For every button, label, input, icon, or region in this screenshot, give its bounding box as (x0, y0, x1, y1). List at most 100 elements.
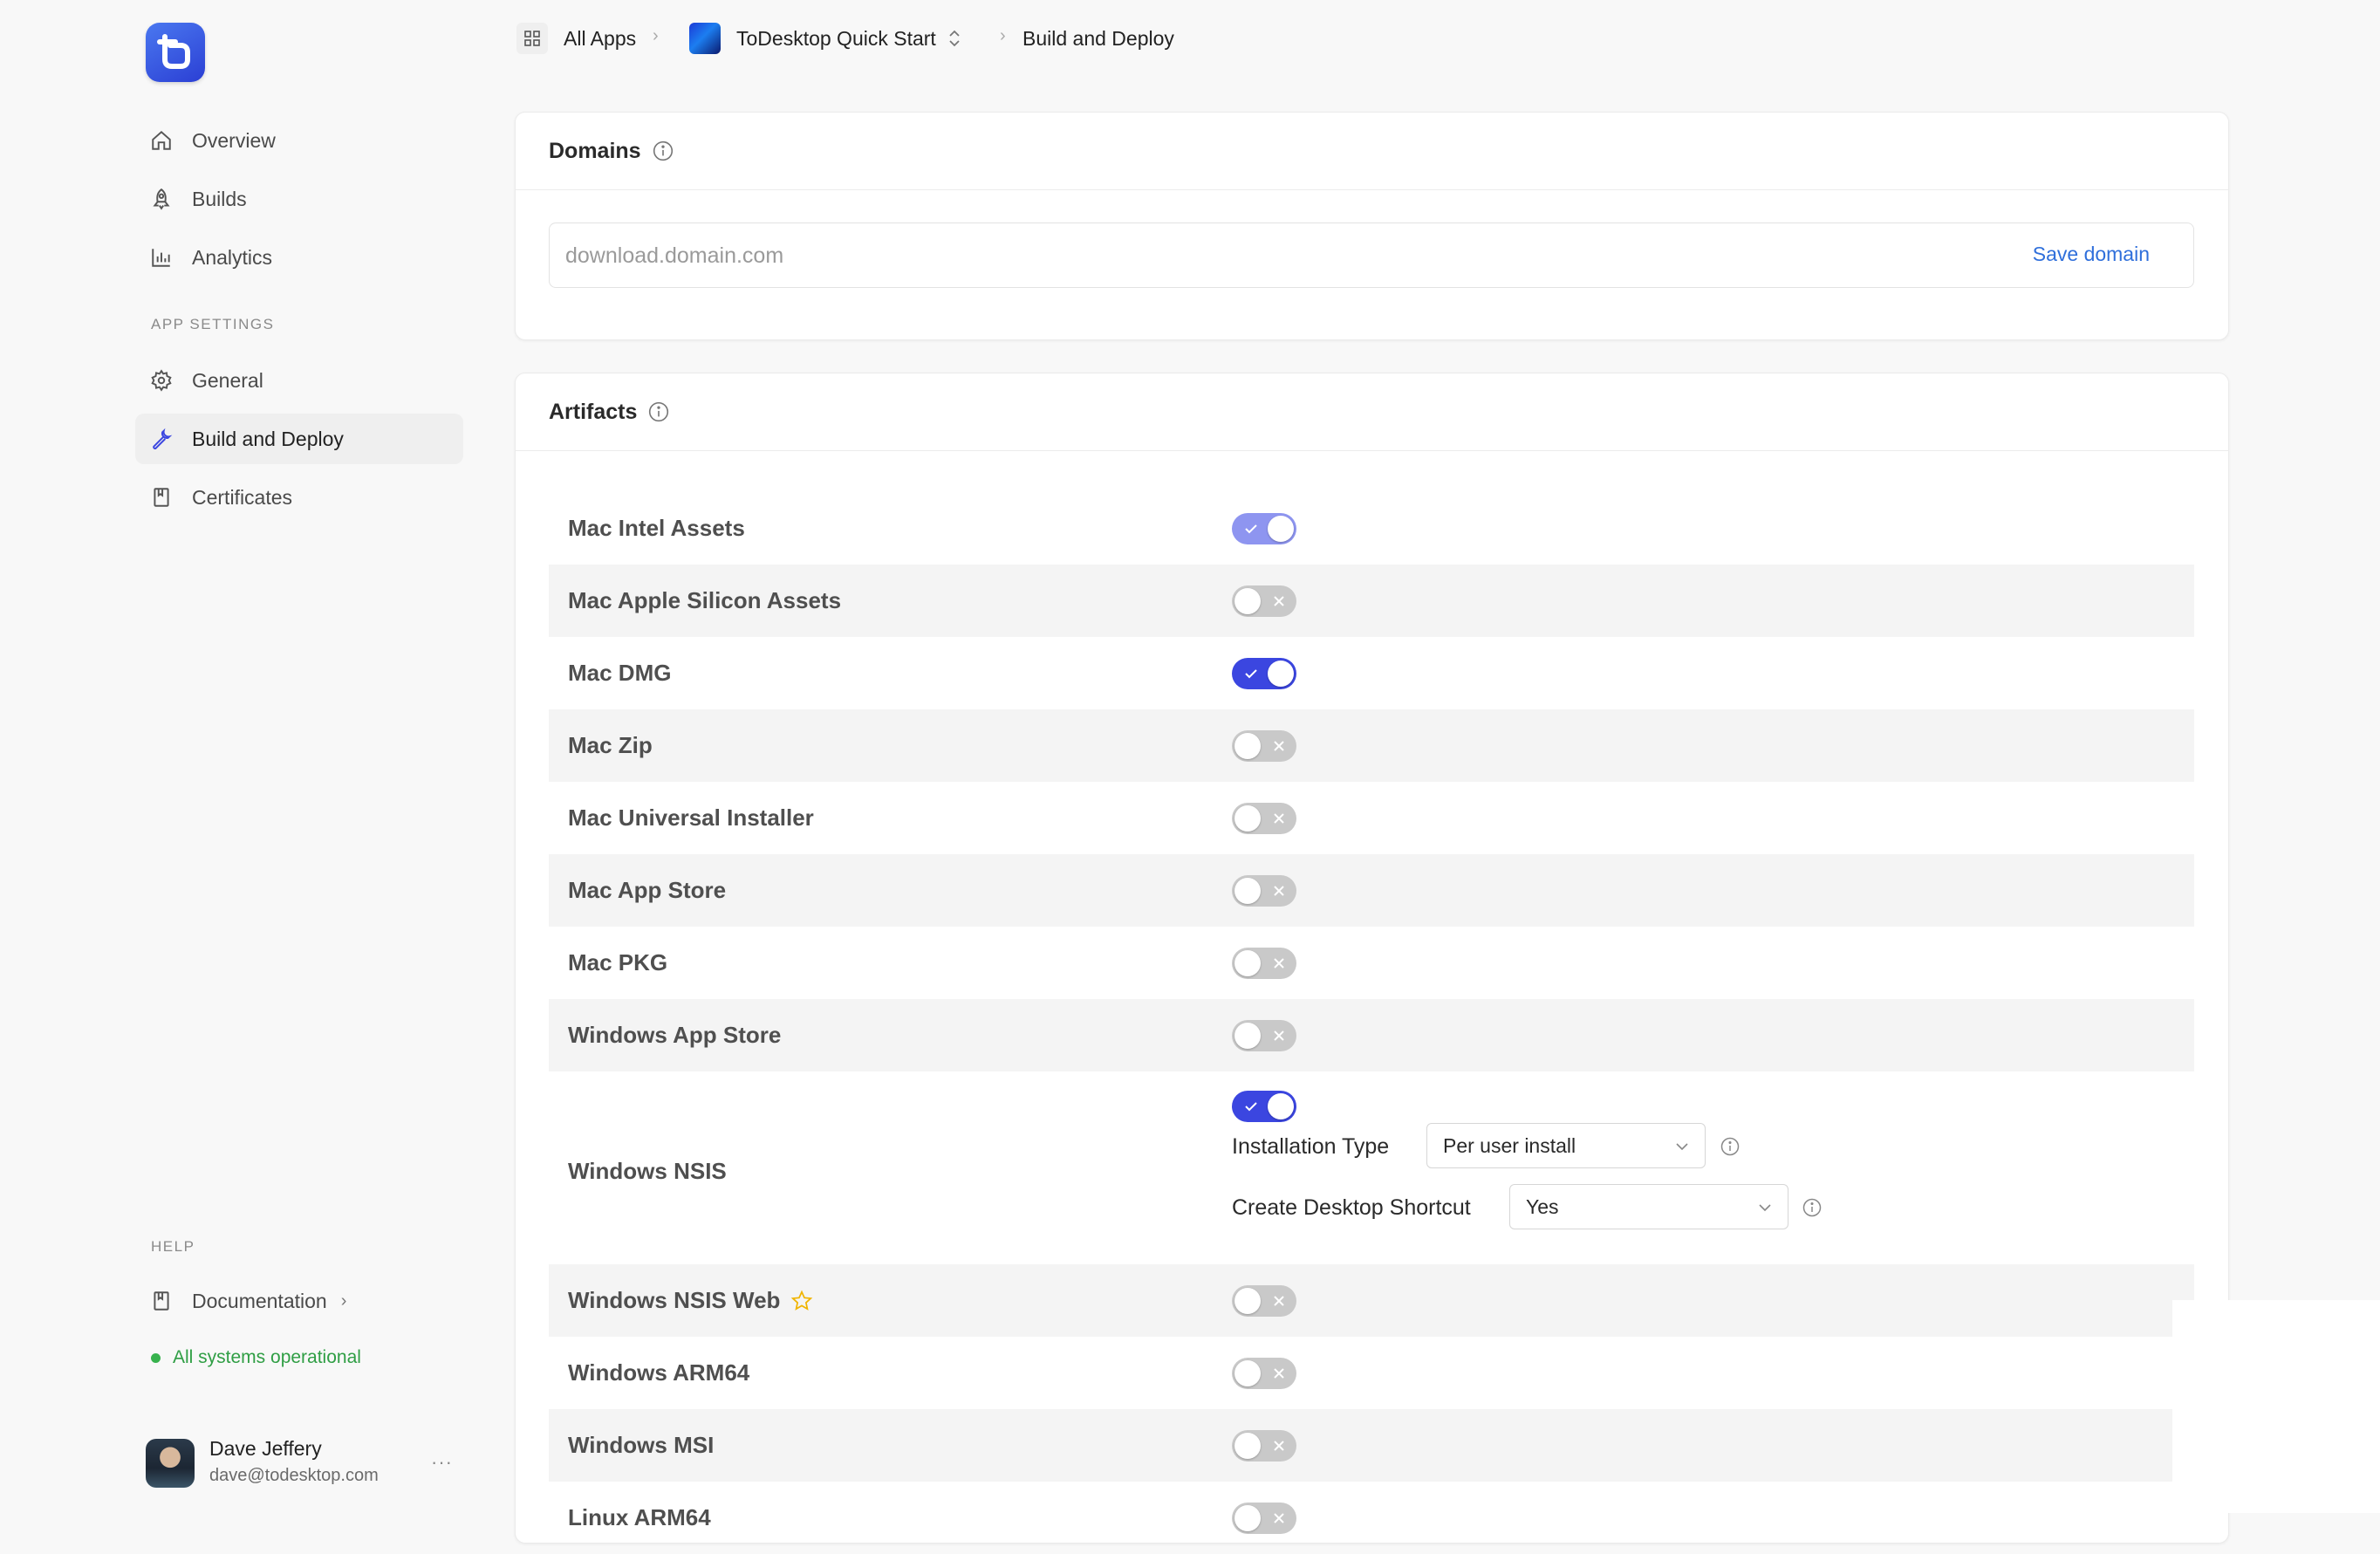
artifact-label: Linux ARM64 (568, 1504, 711, 1530)
select-value: Yes (1526, 1195, 1559, 1218)
select-value: Per user install (1443, 1133, 1576, 1157)
artifact-label: Windows MSI (568, 1432, 715, 1458)
help-heading: HELP (151, 1238, 195, 1255)
home-icon (148, 127, 174, 154)
artifact-label: Mac Intel Assets (568, 515, 745, 541)
chevron-down-icon (1759, 1204, 1771, 1212)
sidebar-item-general[interactable]: General (135, 355, 463, 406)
wrench-icon (148, 426, 174, 452)
breadcrumb-label: ToDesktop Quick Start (736, 26, 936, 50)
domain-field: Save domain (549, 222, 2194, 289)
check-icon (1245, 669, 1257, 679)
desktop-shortcut-label: Create Desktop Shortcut (1232, 1195, 1471, 1220)
toggle-switch[interactable] (1232, 1358, 1296, 1389)
domain-input[interactable] (550, 223, 1876, 289)
info-icon[interactable] (1720, 1136, 1741, 1157)
artifact-label-text: Windows NSIS Web (568, 1287, 781, 1313)
card-title: Domains (549, 138, 641, 163)
toggle-switch[interactable] (1232, 658, 1296, 689)
artifact-label: Windows App Store (568, 1022, 782, 1048)
more-options-icon[interactable]: ··· (431, 1451, 453, 1474)
chevron-right-icon: › (1000, 26, 1006, 45)
sidebar-item-overview[interactable]: Overview (135, 115, 463, 166)
system-status[interactable]: All systems operational (151, 1347, 361, 1368)
check-icon (1245, 1102, 1257, 1112)
toggle-switch[interactable] (1232, 1091, 1296, 1122)
sidebar-item-label: Overview (192, 128, 276, 152)
x-icon (1274, 1030, 1284, 1041)
artifact-row-mac-universal-installer: Mac Universal Installer (549, 782, 2194, 854)
artifact-row-mac-pkg: Mac PKG (549, 927, 2194, 999)
artifact-row-windows-arm64: Windows ARM64 (549, 1337, 2194, 1409)
artifacts-card: Artifacts Mac Intel Assets Mac Apple Sil… (515, 373, 2229, 1544)
domains-card: Domains Save domain (515, 112, 2229, 340)
toggle-knob (1234, 733, 1261, 759)
artifact-label: Mac PKG (568, 949, 668, 976)
toggle-switch[interactable] (1232, 803, 1296, 834)
breadcrumb-current: Build and Deploy (1022, 23, 1174, 54)
sidebar-item-label: Build and Deploy (192, 427, 344, 450)
breadcrumb-label: Build and Deploy (1022, 26, 1174, 50)
status-text: All systems operational (173, 1347, 361, 1367)
toggle-switch[interactable] (1232, 1430, 1296, 1462)
artifact-label: Mac App Store (568, 877, 727, 903)
chevron-right-icon: › (653, 26, 659, 45)
toggle-switch[interactable] (1232, 875, 1296, 907)
toggle-switch[interactable] (1232, 1285, 1296, 1317)
book-icon (148, 1288, 174, 1314)
domains-header: Domains (516, 113, 2228, 190)
installation-type-select[interactable]: Per user install (1426, 1123, 1706, 1168)
check-icon (1245, 524, 1257, 534)
sidebar-item-builds[interactable]: Builds (135, 174, 463, 224)
artifact-row-mac-app-store: Mac App Store (549, 854, 2194, 927)
artifact-row-windows-app-store: Windows App Store (549, 999, 2194, 1071)
breadcrumb-app[interactable]: ToDesktop Quick Start (689, 23, 962, 54)
desktop-shortcut-select[interactable]: Yes (1509, 1184, 1788, 1229)
sidebar-item-label: Analytics (192, 245, 273, 269)
sidebar: Overview Builds Analytics APP SETTINGS G… (0, 0, 489, 1513)
artifact-row-linux-arm64: Linux ARM64 (549, 1482, 2194, 1554)
toggle-switch[interactable] (1232, 730, 1296, 762)
artifact-row-windows-msi: Windows MSI (549, 1409, 2194, 1482)
artifact-label: Mac Apple Silicon Assets (568, 587, 842, 613)
artifact-row-mac-intel-assets: Mac Intel Assets (549, 492, 2194, 565)
info-icon[interactable] (1802, 1197, 1823, 1218)
sidebar-item-label: Documentation (192, 1289, 327, 1312)
x-icon (1274, 596, 1284, 606)
user-profile[interactable]: Dave Jeffery dave@todesktop.com ··· (146, 1437, 486, 1489)
grid-icon (516, 23, 548, 54)
todesktop-logo[interactable] (146, 23, 205, 82)
toggle-switch[interactable] (1232, 948, 1296, 979)
artifact-row-mac-zip: Mac Zip (549, 709, 2194, 782)
toggle-knob (1234, 1288, 1261, 1314)
info-icon[interactable] (647, 400, 670, 423)
rocket-icon (148, 186, 174, 212)
bar-chart-icon (148, 244, 174, 270)
chevron-updown-icon (947, 28, 962, 49)
toggle-switch[interactable] (1232, 1020, 1296, 1051)
sidebar-item-build-and-deploy[interactable]: Build and Deploy (135, 414, 463, 464)
toggle-knob (1234, 950, 1261, 976)
artifact-label: Windows NSIS (568, 1157, 727, 1184)
artifact-label: Windows ARM64 (568, 1359, 750, 1386)
save-domain-button[interactable]: Save domain (2033, 243, 2150, 266)
info-icon[interactable] (652, 140, 674, 162)
x-icon (1274, 886, 1284, 896)
artifact-label: Windows NSIS Web (568, 1264, 813, 1337)
chevron-down-icon (1676, 1143, 1688, 1151)
toggle-knob (1268, 516, 1294, 542)
toggle-switch[interactable] (1232, 585, 1296, 617)
toggle-knob (1234, 1023, 1261, 1049)
sidebar-item-analytics[interactable]: Analytics (135, 232, 463, 283)
sidebar-item-label: General (192, 368, 263, 392)
sidebar-item-certificates[interactable]: Certificates (135, 472, 463, 523)
x-icon (1274, 1368, 1284, 1379)
toggle-switch[interactable] (1232, 513, 1296, 544)
app-icon (689, 23, 721, 54)
sidebar-item-documentation[interactable]: Documentation › (135, 1276, 362, 1326)
toggle-knob (1234, 805, 1261, 832)
toggle-knob (1234, 1360, 1261, 1386)
toggle-switch[interactable] (1232, 1503, 1296, 1534)
artifact-row-mac-apple-silicon-assets: Mac Apple Silicon Assets (549, 565, 2194, 637)
breadcrumb-all-apps[interactable]: All Apps (516, 23, 636, 54)
